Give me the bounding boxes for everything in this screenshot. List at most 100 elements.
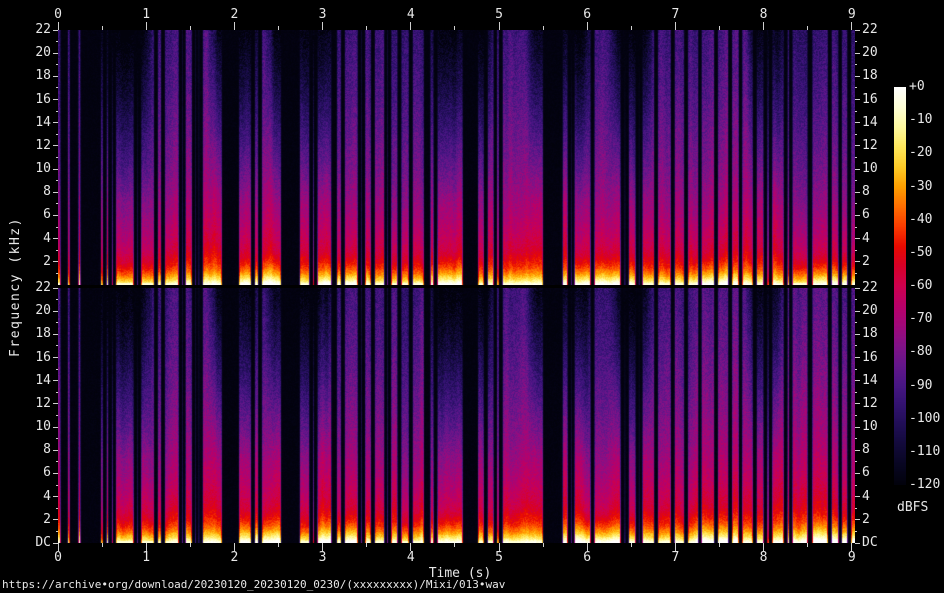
freq-tick-label-left: 6 [19, 208, 51, 222]
freq-tick-major-right [855, 403, 860, 404]
freq-tick-minor-right [855, 415, 857, 416]
time-tick-label-bottom: 8 [752, 551, 776, 565]
freq-tick-label-right: 6 [862, 466, 896, 480]
time-tick-label-top: 3 [311, 8, 335, 22]
colorbar-tick-label: -110 [909, 445, 944, 459]
freq-tick-label-left: 12 [19, 397, 51, 411]
freq-tick-minor-left [56, 227, 58, 228]
time-tick-label-bottom: 1 [134, 551, 158, 565]
freq-tick-major-left [53, 30, 58, 31]
freq-tick-label-right: 8 [862, 443, 896, 457]
freq-tick-label-left: 20 [19, 46, 51, 60]
freq-tick-minor-right [855, 180, 857, 181]
time-tick-minor-top [807, 26, 808, 30]
freq-tick-minor-left [56, 531, 58, 532]
time-tick-major-top [234, 22, 235, 30]
freq-tick-minor-left [56, 345, 58, 346]
freq-tick-label-left: 4 [19, 490, 51, 504]
time-tick-minor-bottom [719, 543, 720, 547]
freq-tick-label-right: 4 [862, 232, 896, 246]
time-tick-label-bottom: 6 [575, 551, 599, 565]
colorbar-tick-label: +0 [909, 80, 944, 94]
freq-tick-major-left [53, 311, 58, 312]
freq-dc-label-right: DC [862, 536, 896, 550]
freq-tick-major-right [855, 427, 860, 428]
time-tick-major-top [587, 22, 588, 30]
time-tick-minor-top [719, 26, 720, 30]
time-tick-label-bottom: 2 [222, 551, 246, 565]
spectrogram-figure: Frequency (kHz) 001122334455667788992222… [0, 0, 944, 593]
time-tick-label-bottom: 9 [840, 551, 864, 565]
freq-tick-label-right: 20 [862, 304, 896, 318]
freq-tick-major-right [855, 450, 860, 451]
freq-tick-minor-left [56, 392, 58, 393]
freq-tick-minor-right [855, 250, 857, 251]
colorbar-tick-label: -30 [909, 180, 944, 194]
time-tick-major-top [146, 22, 147, 30]
freq-tick-minor-left [56, 369, 58, 370]
time-tick-minor-top [190, 26, 191, 30]
freq-tick-minor-right [855, 485, 857, 486]
freq-tick-label-left: 22 [19, 23, 51, 37]
colorbar-tick-label: -80 [909, 345, 944, 359]
freq-tick-label-left: 18 [19, 327, 51, 341]
colorbar-unit-label: dBFS [897, 500, 928, 515]
freq-tick-minor-left [56, 157, 58, 158]
freq-dc-label-left: DC [19, 536, 51, 550]
freq-tick-label-left: 22 [19, 281, 51, 295]
freq-tick-major-left [53, 403, 58, 404]
freq-tick-minor-left [56, 203, 58, 204]
freq-tick-minor-left [56, 111, 58, 112]
time-tick-minor-top [366, 26, 367, 30]
freq-tick-major-right [855, 496, 860, 497]
freq-tick-major-left [53, 215, 58, 216]
freq-tick-minor-left [56, 41, 58, 42]
time-tick-minor-bottom [454, 543, 455, 547]
freq-tick-minor-right [855, 273, 857, 274]
freq-tick-minor-left [56, 64, 58, 65]
time-tick-minor-bottom [366, 543, 367, 547]
freq-tick-minor-right [855, 157, 857, 158]
time-tick-label-top: 0 [46, 8, 70, 22]
time-tick-major-top [499, 22, 500, 30]
time-tick-minor-top [631, 26, 632, 30]
time-tick-label-top: 1 [134, 8, 158, 22]
freq-tick-major-left [53, 122, 58, 123]
freq-tick-major-left [53, 145, 58, 146]
freq-tick-label-right: 22 [862, 23, 896, 37]
time-tick-label-bottom: 4 [399, 551, 423, 565]
freq-tick-label-right: 2 [862, 513, 896, 527]
freq-tick-minor-left [56, 134, 58, 135]
freq-tick-major-left [53, 496, 58, 497]
colorbar-tick-label: -70 [909, 312, 944, 326]
freq-tick-major-left [53, 334, 58, 335]
colorbar-tick-label: -120 [909, 478, 944, 492]
freq-tick-minor-right [855, 369, 857, 370]
freq-tick-label-right: 6 [862, 208, 896, 222]
freq-tick-major-left [53, 169, 58, 170]
freq-tick-label-left: 14 [19, 116, 51, 130]
freq-tick-label-right: 16 [862, 351, 896, 365]
freq-tick-label-right: 10 [862, 420, 896, 434]
freq-tick-label-right: 10 [862, 162, 896, 176]
freq-tick-major-right [855, 519, 860, 520]
freq-tick-major-right [855, 238, 860, 239]
freq-tick-major-right [855, 261, 860, 262]
freq-tick-label-left: 10 [19, 162, 51, 176]
freq-tick-label-left: 12 [19, 139, 51, 153]
freq-tick-minor-right [855, 345, 857, 346]
time-tick-label-top: 4 [399, 8, 423, 22]
freq-tick-minor-left [56, 250, 58, 251]
time-tick-label-bottom: 5 [487, 551, 511, 565]
freq-tick-minor-right [855, 299, 857, 300]
colorbar-tick-label: -50 [909, 246, 944, 260]
freq-tick-major-left [53, 427, 58, 428]
time-tick-label-bottom: 3 [311, 551, 335, 565]
time-tick-label-top: 6 [575, 8, 599, 22]
freq-tick-label-right: 14 [862, 374, 896, 388]
freq-tick-major-right [855, 311, 860, 312]
time-tick-minor-bottom [807, 543, 808, 547]
freq-tick-major-left [53, 473, 58, 474]
freq-tick-label-left: 2 [19, 513, 51, 527]
freq-tick-major-right [855, 122, 860, 123]
